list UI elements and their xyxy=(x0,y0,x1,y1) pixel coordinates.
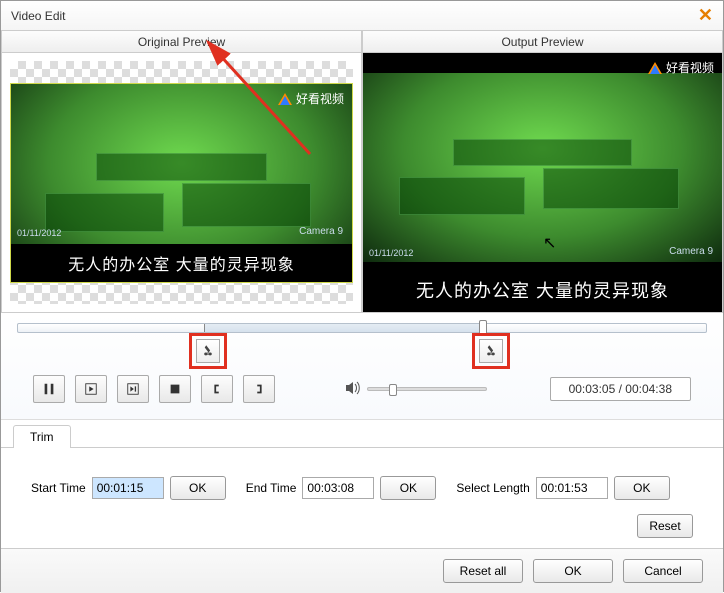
video-edit-window: Video Edit ✕ Original Preview 好看视频 01/11… xyxy=(0,0,724,592)
original-preview-header: Original Preview xyxy=(1,31,362,53)
volume-slider[interactable] xyxy=(367,387,487,391)
preview-row: Original Preview 好看视频 01/11/2012 Camera … xyxy=(1,31,723,313)
pause-button[interactable] xyxy=(33,375,65,403)
length-ok-button[interactable]: OK xyxy=(614,476,670,500)
original-video-frame: 好看视频 01/11/2012 Camera 9 无人的办公室 大量的灵异现象 xyxy=(10,83,353,283)
start-ok-button[interactable]: OK xyxy=(170,476,226,500)
timeline-area: 00:03:05 / 00:04:38 xyxy=(1,313,723,420)
volume-control xyxy=(345,381,487,398)
trim-in-button[interactable] xyxy=(196,339,220,363)
select-length-label: Select Length xyxy=(456,481,529,495)
ok-button[interactable]: OK xyxy=(533,559,613,583)
time-display: 00:03:05 / 00:04:38 xyxy=(550,377,691,401)
watermark-icon: 好看视频 xyxy=(648,59,714,76)
stop-button[interactable] xyxy=(159,375,191,403)
reset-all-button[interactable]: Reset all xyxy=(443,559,523,583)
mark-out-button[interactable] xyxy=(243,375,275,403)
video-caption: 无人的办公室 大量的灵异现象 xyxy=(11,244,352,282)
camera-label: Camera 9 xyxy=(296,225,346,238)
titlebar: Video Edit ✕ xyxy=(1,1,723,31)
trim-out-button[interactable] xyxy=(479,339,503,363)
playback-controls: 00:03:05 / 00:04:38 xyxy=(17,369,707,415)
start-time-input[interactable] xyxy=(92,477,164,499)
tab-trim[interactable]: Trim xyxy=(13,425,71,448)
output-video-frame: 好看视频 01/11/2012 Camera 9 无人的办公室 大量的灵异现象 … xyxy=(363,53,722,312)
window-title: Video Edit xyxy=(11,9,66,23)
play-button[interactable] xyxy=(75,375,107,403)
tabs: Trim xyxy=(1,424,723,448)
end-ok-button[interactable]: OK xyxy=(380,476,436,500)
video-date: 01/11/2012 xyxy=(369,248,413,258)
original-preview-pane[interactable]: 好看视频 01/11/2012 Camera 9 无人的办公室 大量的灵异现象 xyxy=(1,53,362,313)
trim-panel: Start Time OK End Time OK Select Length … xyxy=(1,448,723,510)
output-preview-header: Output Preview xyxy=(362,31,723,53)
timeline-track[interactable] xyxy=(17,323,707,333)
output-preview-pane[interactable]: 好看视频 01/11/2012 Camera 9 无人的办公室 大量的灵异现象 … xyxy=(362,53,723,313)
camera-label: Camera 9 xyxy=(666,245,716,258)
end-time-label: End Time xyxy=(246,481,297,495)
watermark-icon: 好看视频 xyxy=(278,90,344,107)
mark-in-button[interactable] xyxy=(201,375,233,403)
footer: Reset all OK Cancel xyxy=(1,548,723,593)
close-icon[interactable]: ✕ xyxy=(698,5,713,26)
cancel-button[interactable]: Cancel xyxy=(623,559,703,583)
video-date: 01/11/2012 xyxy=(17,228,61,238)
speaker-icon[interactable] xyxy=(345,381,361,398)
end-time-input[interactable] xyxy=(302,477,374,499)
video-caption: 无人的办公室 大量的灵异现象 xyxy=(363,268,722,312)
start-time-label: Start Time xyxy=(31,481,86,495)
step-button[interactable] xyxy=(117,375,149,403)
select-length-input[interactable] xyxy=(536,477,608,499)
reset-button[interactable]: Reset xyxy=(637,514,693,538)
